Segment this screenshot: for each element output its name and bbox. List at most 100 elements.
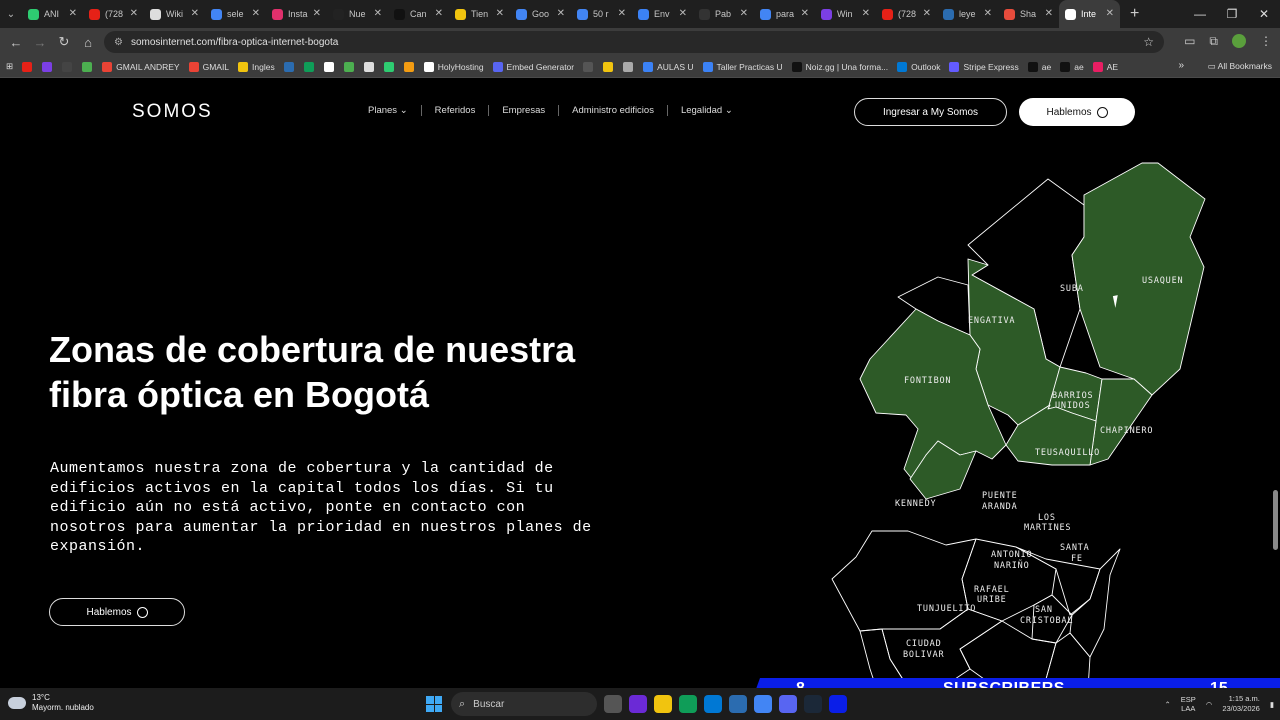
contact-button[interactable]: Hablemos — [1019, 98, 1135, 126]
tab-close-icon[interactable]: ✕ — [1106, 8, 1114, 19]
minimize-icon[interactable]: — — [1184, 0, 1216, 28]
bookmark-item[interactable] — [42, 61, 56, 72]
tab-close-icon[interactable]: ✕ — [1045, 8, 1053, 19]
bookmark-item[interactable] — [603, 61, 617, 72]
browser-tab[interactable]: Goo ✕ — [510, 0, 571, 28]
reload-icon[interactable]: ↻ — [52, 34, 76, 50]
back-icon[interactable]: ← — [4, 35, 28, 50]
browser-tab[interactable]: Insta ✕ — [266, 0, 327, 28]
tab-groups-icon[interactable]: ▭ — [1184, 34, 1195, 49]
language-indicator[interactable]: ESP LAA — [1181, 695, 1196, 713]
bookmark-star-icon[interactable]: ☆ — [1143, 35, 1154, 49]
site-info-icon[interactable]: ⚙ — [114, 37, 123, 48]
taskbar-app-icon[interactable] — [829, 695, 847, 713]
bookmark-item[interactable] — [623, 61, 637, 72]
address-bar[interactable]: ⚙ somosinternet.com/fibra-optica-interne… — [104, 31, 1164, 53]
bookmark-item[interactable]: GMAIL ANDREY — [102, 61, 180, 72]
map-region-tunjuelito[interactable] — [881, 608, 1003, 688]
tab-close-icon[interactable]: ✕ — [740, 8, 748, 19]
bookmark-item[interactable]: Ingles — [238, 61, 275, 72]
menu-icon[interactable]: ⋮ — [1260, 34, 1272, 49]
browser-tab[interactable]: (728 ✕ — [83, 0, 144, 28]
bookmark-item[interactable] — [22, 61, 36, 72]
tab-search-chevron-icon[interactable]: ⌄ — [0, 0, 22, 28]
all-bookmarks-button[interactable]: ▭ All Bookmarks — [1208, 61, 1272, 72]
taskbar-app-icon[interactable] — [804, 695, 822, 713]
bookmark-item[interactable] — [62, 61, 76, 72]
bookmark-item[interactable] — [383, 61, 398, 72]
browser-tab[interactable]: leye ✕ — [937, 0, 998, 28]
bookmark-item[interactable]: GMAIL — [188, 61, 229, 72]
new-tab-button[interactable]: + — [1130, 5, 1139, 23]
bookmark-item[interactable] — [283, 61, 298, 72]
more-bookmarks-icon[interactable]: » — [1178, 60, 1184, 71]
bookmark-item[interactable] — [343, 61, 358, 72]
taskbar-app-icon[interactable] — [729, 695, 747, 713]
taskbar-app-icon[interactable] — [604, 695, 622, 713]
notification-icon[interactable]: ▮ — [1270, 700, 1274, 709]
profile-avatar[interactable] — [1232, 34, 1246, 48]
nav-item[interactable]: Empresas — [488, 105, 558, 116]
browser-tab[interactable]: 50 r ✕ — [571, 0, 632, 28]
bookmark-item[interactable] — [363, 61, 378, 72]
bookmark-item[interactable]: Embed Generator — [492, 61, 574, 72]
tab-close-icon[interactable]: ✕ — [679, 8, 687, 19]
nav-item[interactable]: Administro edificios — [558, 105, 667, 116]
tray-chevron-icon[interactable]: ⌃ — [1164, 700, 1170, 709]
extensions-icon[interactable]: ⧉ — [1209, 34, 1218, 49]
bookmark-item[interactable]: Stripe Express — [949, 61, 1019, 72]
browser-tab[interactable]: Env ✕ — [632, 0, 693, 28]
browser-tab[interactable]: Can ✕ — [388, 0, 449, 28]
bookmark-item[interactable]: ae — [1027, 61, 1051, 72]
tab-close-icon[interactable]: ✕ — [435, 8, 443, 19]
bookmark-item[interactable]: ae — [1060, 61, 1084, 72]
tab-close-icon[interactable]: ✕ — [862, 8, 870, 19]
taskbar-search[interactable]: ⌕ Buscar — [451, 692, 597, 716]
tab-close-icon[interactable]: ✕ — [801, 8, 809, 19]
wifi-icon[interactable]: ◠ — [1206, 700, 1213, 709]
clock[interactable]: 1:15 a.m. 23/03/2026 — [1222, 694, 1260, 714]
contact-button-secondary[interactable]: Hablemos — [49, 598, 185, 626]
page-scrollbar[interactable] — [1273, 490, 1278, 550]
browser-tab[interactable]: Wiki ✕ — [144, 0, 205, 28]
browser-tab[interactable]: Pab ✕ — [693, 0, 754, 28]
taskbar-app-icon[interactable] — [629, 695, 647, 713]
bookmark-item[interactable] — [303, 61, 318, 72]
bookmark-item[interactable] — [82, 61, 96, 72]
bookmark-item[interactable] — [583, 61, 597, 72]
tab-close-icon[interactable]: ✕ — [374, 8, 382, 19]
somos-logo[interactable]: SOMOS — [132, 101, 213, 123]
taskbar-app-icon[interactable] — [754, 695, 772, 713]
windows-start-icon[interactable] — [426, 696, 442, 712]
forward-icon[interactable]: → — [28, 35, 52, 50]
tab-close-icon[interactable]: ✕ — [252, 8, 260, 19]
bookmark-item[interactable]: Outlook — [897, 61, 940, 72]
bookmark-item[interactable] — [323, 61, 338, 72]
login-button[interactable]: Ingresar a My Somos — [854, 98, 1007, 126]
tab-close-icon[interactable]: ✕ — [496, 8, 504, 19]
nav-item[interactable]: Planes ⌄ — [368, 105, 421, 116]
browser-tab[interactable]: Sha ✕ — [998, 0, 1059, 28]
tab-close-icon[interactable]: ✕ — [984, 8, 992, 19]
restore-icon[interactable]: ❐ — [1216, 0, 1248, 28]
browser-tab[interactable]: Tien ✕ — [449, 0, 510, 28]
tab-close-icon[interactable]: ✕ — [923, 8, 931, 19]
browser-tab[interactable]: sele ✕ — [205, 0, 266, 28]
taskbar-app-icon[interactable] — [704, 695, 722, 713]
nav-item[interactable]: Referidos — [420, 105, 489, 116]
tab-close-icon[interactable]: ✕ — [69, 8, 77, 19]
bookmark-item[interactable]: Noiz.gg | Una forma... — [791, 61, 888, 72]
tab-close-icon[interactable]: ✕ — [130, 8, 138, 19]
browser-tab[interactable]: Nue ✕ — [327, 0, 388, 28]
close-window-icon[interactable]: ✕ — [1248, 0, 1280, 28]
tab-close-icon[interactable]: ✕ — [557, 8, 565, 19]
apps-grid-icon[interactable]: ⊞ — [6, 61, 13, 72]
bookmark-item[interactable] — [403, 61, 418, 72]
taskbar-app-icon[interactable] — [679, 695, 697, 713]
tab-close-icon[interactable]: ✕ — [191, 8, 199, 19]
browser-tab[interactable]: Win ✕ — [815, 0, 876, 28]
browser-tab[interactable]: para ✕ — [754, 0, 815, 28]
taskbar-app-icon[interactable] — [779, 695, 797, 713]
taskbar-app-icon[interactable] — [654, 695, 672, 713]
nav-item[interactable]: Legalidad ⌄ — [666, 105, 746, 116]
